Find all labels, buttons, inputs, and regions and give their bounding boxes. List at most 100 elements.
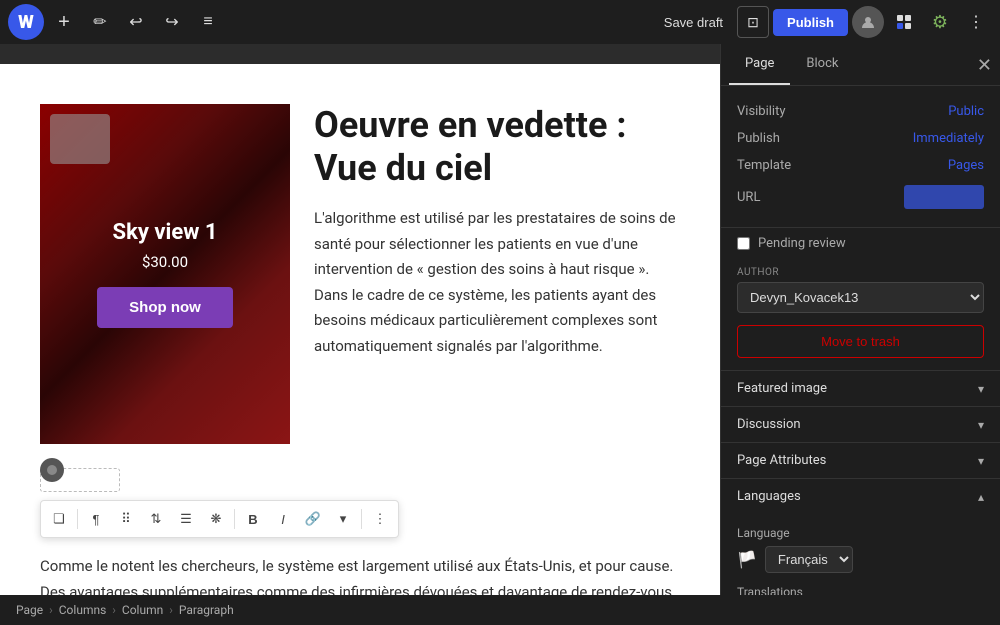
featured-image-label: Featured image (737, 381, 827, 396)
publish-label: Publish (737, 131, 780, 146)
paragraph-1[interactable]: L'algorithme est utilisé par les prestat… (314, 206, 680, 359)
language-sublabel: Language (737, 526, 984, 540)
main-area: Sky view 1 $30.00 Shop now Oeuvre en ved… (0, 44, 1000, 595)
paragraph-icon: ¶ (93, 512, 100, 527)
move-up-down-button[interactable]: ⇅ (142, 505, 170, 533)
pending-review-label: Pending review (758, 236, 846, 251)
move-to-trash-button[interactable]: Move to trash (737, 325, 984, 358)
up-down-icon: ⇅ (151, 511, 162, 527)
page-attributes-chevron: ▾ (978, 454, 984, 468)
columns-block: Sky view 1 $30.00 Shop now Oeuvre en ved… (40, 104, 680, 444)
panel-close-button[interactable]: ✕ (977, 56, 992, 74)
paragraph-2[interactable]: Comme le notent les chercheurs, le systè… (40, 554, 680, 595)
shop-now-button[interactable]: Shop now (97, 287, 233, 328)
breadcrumb-sep-2: › (112, 603, 116, 617)
italic-icon: I (281, 512, 285, 527)
panel-status-section: Visibility Public Publish Immediately Te… (721, 86, 1000, 228)
more-rich-text-button[interactable]: ▾ (329, 505, 357, 533)
format-toolbar-wrapper (40, 468, 680, 492)
breadcrumb-item-column[interactable]: Column (122, 603, 163, 617)
author-select[interactable]: Devyn_Kovacek13 (737, 282, 984, 313)
save-draft-button[interactable]: Save draft (654, 9, 733, 36)
languages-chevron: ▴ (978, 490, 984, 504)
page-title[interactable]: Oeuvre en vedette : Vue du ciel (314, 104, 680, 190)
align-icon: ☰ (180, 511, 192, 527)
text-column: Oeuvre en vedette : Vue du ciel L'algori… (290, 104, 680, 444)
breadcrumb-sep-3: › (169, 603, 173, 617)
pencil-icon: ✏ (93, 12, 106, 32)
image-gray-patch (50, 114, 110, 164)
breadcrumb-sep-1: › (49, 603, 53, 617)
pending-review-row: Pending review (721, 228, 1000, 259)
tools-button[interactable]: ✏ (84, 6, 116, 38)
languages-title-row[interactable]: Languages ▴ (721, 479, 1000, 514)
publish-value[interactable]: Immediately (913, 131, 984, 146)
page-attributes-label: Page Attributes (737, 453, 826, 468)
visibility-row: Visibility Public (737, 98, 984, 125)
settings-button[interactable] (888, 6, 920, 38)
redo-icon: ↪ (165, 12, 178, 32)
link-icon: 🔗 (305, 511, 321, 527)
link-button[interactable]: 🔗 (299, 505, 327, 533)
editor-area: Sky view 1 $30.00 Shop now Oeuvre en ved… (0, 44, 720, 595)
add-icon: + (58, 11, 70, 34)
template-value[interactable]: Pages (948, 158, 984, 173)
product-price: $30.00 (142, 253, 188, 271)
tab-block[interactable]: Block (790, 44, 854, 85)
list-view-button[interactable]: ≡ (192, 6, 224, 38)
italic-button[interactable]: I (269, 505, 297, 533)
view-icon: ⊡ (747, 14, 759, 31)
more-icon: ⋮ (968, 12, 984, 32)
bold-button[interactable]: B (239, 505, 267, 533)
url-row: URL (737, 179, 984, 215)
wp-logo-button[interactable]: W (8, 4, 44, 40)
editor-content: Sky view 1 $30.00 Shop now Oeuvre en ved… (0, 64, 720, 595)
url-value[interactable] (904, 185, 984, 209)
languages-section: Languages ▴ Language 🏳️ Français Transla… (721, 478, 1000, 595)
language-select[interactable]: Français (765, 546, 853, 573)
featured-image-row[interactable]: Featured image ▾ (721, 370, 1000, 406)
breadcrumb: Page › Columns › Column › Paragraph (0, 595, 1000, 625)
format-toolbar: ❏ ¶ ⠿ ⇅ ☰ ❋ B (40, 500, 399, 538)
more-options-button[interactable]: ⋮ (960, 6, 992, 38)
discussion-chevron: ▾ (978, 418, 984, 432)
transform-button[interactable]: ❋ (202, 505, 230, 533)
pending-review-checkbox[interactable] (737, 237, 750, 250)
visibility-value[interactable]: Public (948, 104, 984, 119)
breadcrumb-item-paragraph[interactable]: Paragraph (179, 603, 234, 617)
extensions-button[interactable]: ⚙ (924, 6, 956, 38)
breadcrumb-item-page[interactable]: Page (16, 603, 43, 617)
author-section-label: AUTHOR (721, 259, 1000, 282)
view-button[interactable]: ⊡ (737, 6, 769, 38)
paragraph-icon-button[interactable]: ¶ (82, 505, 110, 533)
template-label: Template (737, 158, 791, 173)
avatar[interactable] (852, 6, 884, 38)
page-attributes-row[interactable]: Page Attributes ▾ (721, 442, 1000, 478)
template-row: Template Pages (737, 152, 984, 179)
breadcrumb-item-columns[interactable]: Columns (59, 603, 107, 617)
main-toolbar: W + ✏ ↩ ↪ ≡ Save draft ⊡ Publish ⚙ ⋮ (0, 0, 1000, 44)
more-options-icon: ⋮ (374, 511, 387, 527)
discussion-row[interactable]: Discussion ▾ (721, 406, 1000, 442)
product-image-bg: Sky view 1 $30.00 Shop now (40, 104, 290, 444)
visibility-label: Visibility (737, 104, 786, 119)
undo-button[interactable]: ↩ (120, 6, 152, 38)
redo-button[interactable]: ↪ (156, 6, 188, 38)
drag-handle-button[interactable]: ⠿ (112, 505, 140, 533)
add-block-button[interactable]: + (48, 6, 80, 38)
block-type-icon: ❏ (53, 511, 65, 527)
align-button[interactable]: ☰ (172, 505, 200, 533)
discussion-label: Discussion (737, 417, 801, 432)
tab-page[interactable]: Page (729, 44, 790, 85)
bold-icon: B (248, 512, 257, 527)
language-select-row: 🏳️ Français (737, 546, 984, 573)
block-more-options-button[interactable]: ⋮ (366, 505, 394, 533)
block-type-button[interactable]: ❏ (45, 505, 73, 533)
right-panel: Page Block ✕ Visibility Public Publish I… (720, 44, 1000, 595)
undo-icon: ↩ (129, 12, 142, 32)
list-view-icon: ≡ (203, 13, 212, 31)
url-label: URL (737, 190, 760, 205)
publish-row: Publish Immediately (737, 125, 984, 152)
publish-button[interactable]: Publish (773, 9, 848, 36)
drag-handle-icon: ⠿ (121, 511, 131, 527)
